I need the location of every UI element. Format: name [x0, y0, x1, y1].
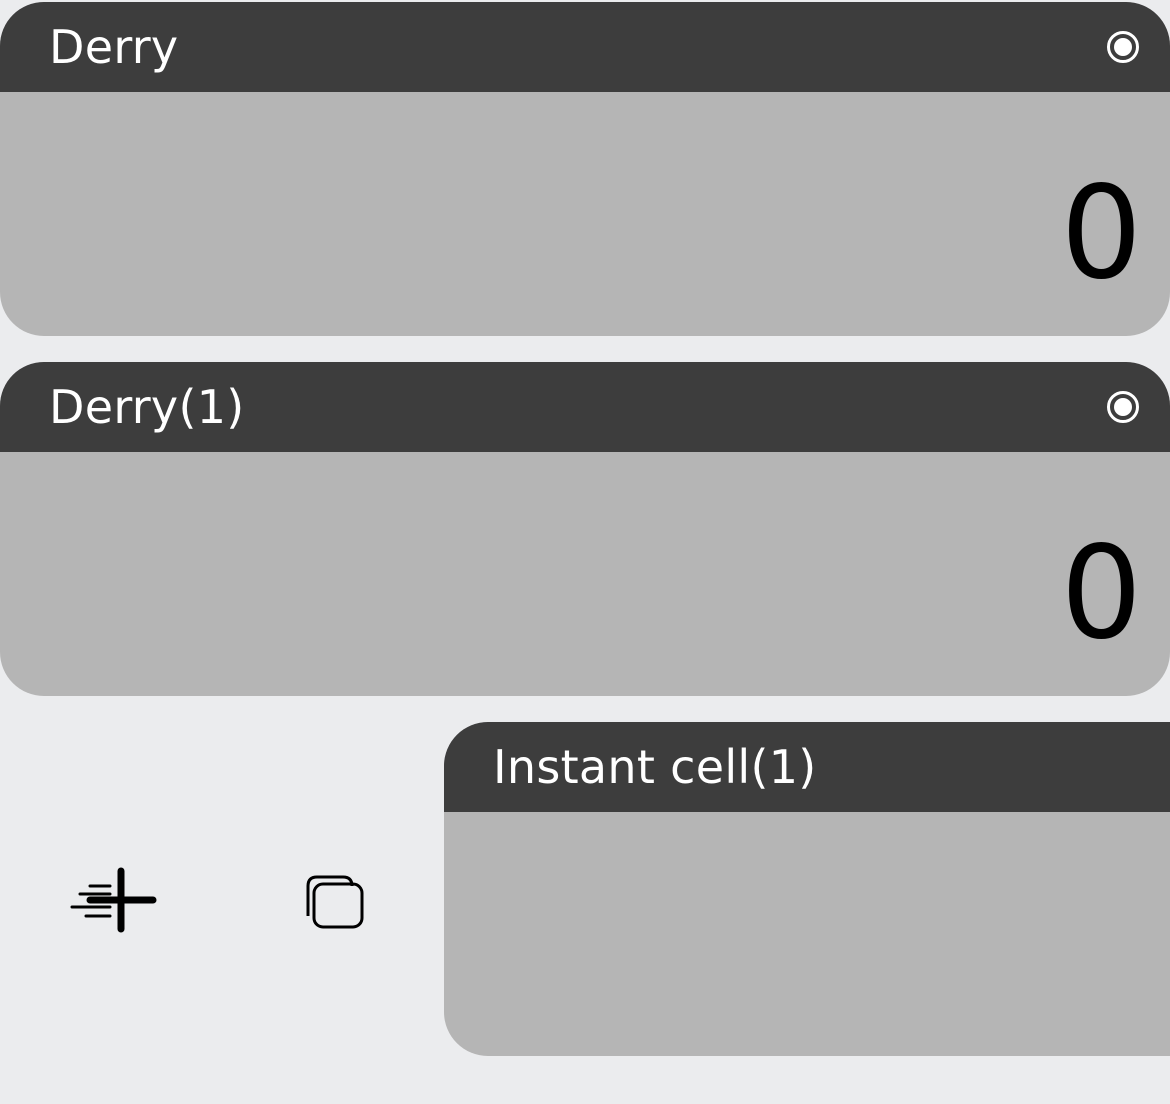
counter-card[interactable]: Derry(1) 0 [0, 362, 1170, 696]
counter-title: Derry [49, 20, 179, 74]
counter-card[interactable]: Derry 0 [0, 2, 1170, 336]
duplicate-icon [306, 875, 364, 929]
instant-cell-card[interactable]: Instant cell(1) [444, 722, 1170, 1056]
radio-selected-icon[interactable] [1106, 30, 1140, 64]
counter-card-header: Derry [0, 2, 1170, 92]
quick-add-icon [70, 867, 157, 933]
counter-card-header: Derry(1) [0, 362, 1170, 452]
instant-cell-title: Instant cell(1) [493, 740, 817, 794]
quick-add-button[interactable] [66, 864, 158, 936]
instant-cell-header: Instant cell(1) [444, 722, 1170, 812]
duplicate-button[interactable] [298, 870, 368, 934]
radio-selected-icon[interactable] [1106, 390, 1140, 424]
counter-value[interactable]: 0 [1061, 530, 1142, 658]
counter-value[interactable]: 0 [1061, 170, 1142, 298]
counter-title: Derry(1) [49, 380, 245, 434]
